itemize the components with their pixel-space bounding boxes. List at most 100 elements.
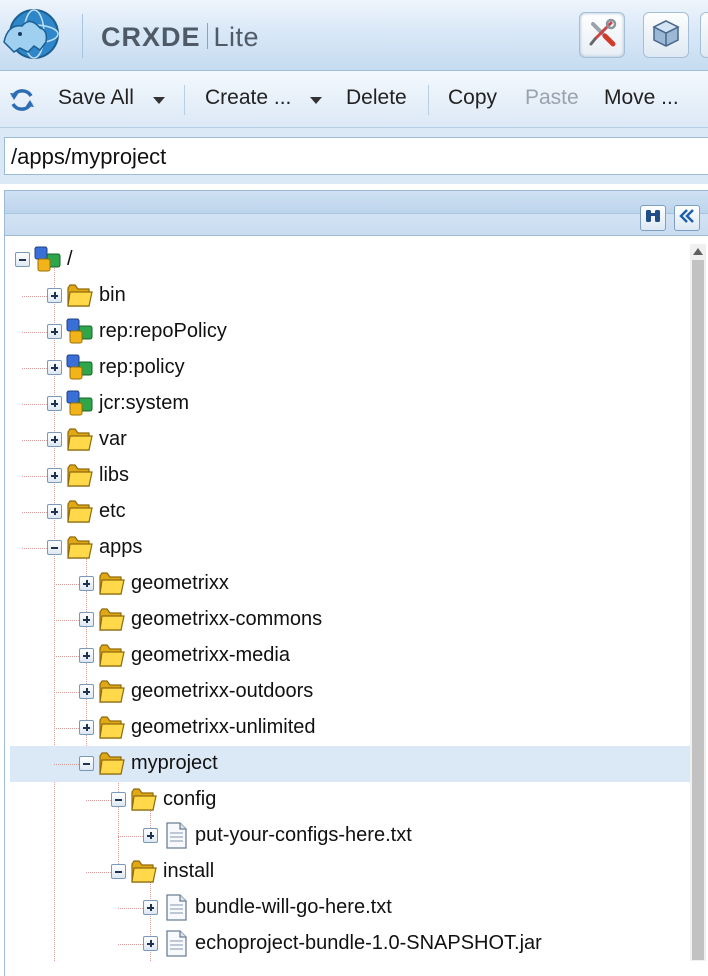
collapse-panel-button[interactable] bbox=[674, 205, 700, 231]
paste-button[interactable]: Paste bbox=[525, 86, 579, 110]
tree-node-myproject[interactable]: myproject bbox=[10, 746, 695, 782]
folder-icon bbox=[65, 280, 95, 310]
tree-guide-line bbox=[86, 800, 111, 801]
tree-node-rep-policy[interactable]: rep:policy bbox=[5, 350, 695, 386]
tree-node-label: bin bbox=[99, 284, 126, 306]
expand-toggle-icon[interactable] bbox=[47, 432, 62, 447]
tree-node-[interactable]: / bbox=[5, 242, 695, 278]
tree-node-label: apps bbox=[99, 536, 143, 558]
expand-toggle-icon[interactable] bbox=[79, 648, 94, 663]
tree-node-label: geometrixx-outdoors bbox=[131, 680, 314, 702]
folder-icon bbox=[129, 856, 159, 886]
tree-node-echoproject-bundle-1-0-snapshot-jar[interactable]: echoproject-bundle-1.0-SNAPSHOT.jar bbox=[5, 926, 695, 962]
tree-node-label: config bbox=[163, 788, 217, 810]
app-title-light: Lite bbox=[213, 22, 260, 52]
expand-toggle-icon[interactable] bbox=[79, 576, 94, 591]
collapse-toggle-icon[interactable] bbox=[15, 252, 30, 267]
delete-button[interactable]: Delete bbox=[346, 86, 407, 110]
scroll-up-arrow-icon[interactable] bbox=[693, 248, 703, 255]
folder-icon bbox=[65, 424, 95, 454]
tree-node-rep-repopolicy[interactable]: rep:repoPolicy bbox=[5, 314, 695, 350]
tree-node-bundle-will-go-here-txt[interactable]: bundle-will-go-here.txt bbox=[5, 890, 695, 926]
tree-node-label: libs bbox=[99, 464, 130, 486]
expand-toggle-icon[interactable] bbox=[79, 612, 94, 627]
expand-toggle-icon[interactable] bbox=[143, 936, 158, 951]
expand-toggle-icon[interactable] bbox=[47, 468, 62, 483]
tree-guide-line bbox=[54, 692, 79, 693]
tree-node-label: geometrixx-media bbox=[131, 644, 290, 666]
scrollbar-thumb[interactable] bbox=[692, 260, 704, 960]
tree-node-geometrixx-unlimited[interactable]: geometrixx-unlimited bbox=[5, 710, 695, 746]
tree-node-label: rep:repoPolicy bbox=[99, 320, 227, 342]
tools-button[interactable] bbox=[579, 12, 625, 58]
create-dropdown-icon[interactable] bbox=[310, 97, 322, 104]
node-icon bbox=[65, 316, 95, 346]
expand-toggle-icon[interactable] bbox=[47, 324, 62, 339]
tree-node-apps[interactable]: apps bbox=[5, 530, 695, 566]
copy-button[interactable]: Copy bbox=[448, 86, 497, 110]
packages-button[interactable] bbox=[643, 12, 689, 58]
tree-node-label: geometrixx bbox=[131, 572, 229, 594]
move-button[interactable]: Move ... bbox=[604, 86, 679, 110]
tree-node-config[interactable]: config bbox=[5, 782, 695, 818]
expand-toggle-icon[interactable] bbox=[143, 900, 158, 915]
tree-node-etc[interactable]: etc bbox=[5, 494, 695, 530]
tree-guide-line bbox=[22, 332, 47, 333]
double-chevron-left-icon bbox=[678, 208, 696, 229]
panel-header-stripe bbox=[5, 191, 708, 214]
tree-node-bin[interactable]: bin bbox=[5, 278, 695, 314]
tree-node-label: echoproject-bundle-1.0-SNAPSHOT.jar bbox=[195, 932, 542, 954]
tree-node-jcr-system[interactable]: jcr:system bbox=[5, 386, 695, 422]
expand-toggle-icon[interactable] bbox=[79, 720, 94, 735]
file-icon bbox=[161, 820, 191, 850]
header-button-partial[interactable] bbox=[700, 12, 708, 58]
save-all-button[interactable]: Save All bbox=[58, 86, 134, 110]
collapse-toggle-icon[interactable] bbox=[47, 540, 62, 555]
tree-node-label: myproject bbox=[131, 752, 218, 774]
app-title: CRXDE Lite bbox=[101, 22, 259, 53]
tree-scrollbar[interactable] bbox=[690, 244, 706, 961]
refresh-icon[interactable] bbox=[7, 85, 37, 115]
tree-node-geometrixx[interactable]: geometrixx bbox=[5, 566, 695, 602]
tree-node-geometrixx-commons[interactable]: geometrixx-commons bbox=[5, 602, 695, 638]
path-input[interactable]: /apps/myproject bbox=[4, 137, 708, 175]
tree-node-install[interactable]: install bbox=[5, 854, 695, 890]
collapse-toggle-icon[interactable] bbox=[79, 756, 94, 771]
crx-logo-icon bbox=[0, 6, 64, 64]
find-button[interactable] bbox=[640, 205, 666, 231]
tree-node-geometrixx-outdoors[interactable]: geometrixx-outdoors bbox=[5, 674, 695, 710]
tree-node-label: rep:policy bbox=[99, 356, 185, 378]
folder-icon bbox=[97, 568, 127, 598]
expand-toggle-icon[interactable] bbox=[79, 684, 94, 699]
tree-guide-line bbox=[22, 548, 47, 549]
title-divider bbox=[206, 23, 208, 49]
tree-guide-line bbox=[54, 584, 79, 585]
folder-icon bbox=[129, 784, 159, 814]
tree-guide-line bbox=[54, 764, 79, 765]
folder-icon bbox=[65, 460, 95, 490]
folder-icon bbox=[65, 496, 95, 526]
file-icon bbox=[161, 928, 191, 958]
tree-node-label: install bbox=[163, 860, 215, 882]
path-bar: /apps/myproject bbox=[0, 128, 708, 184]
tree-node-var[interactable]: var bbox=[5, 422, 695, 458]
node-icon bbox=[65, 388, 95, 418]
create-button[interactable]: Create ... bbox=[205, 86, 291, 110]
expand-toggle-icon[interactable] bbox=[47, 396, 62, 411]
collapse-toggle-icon[interactable] bbox=[111, 792, 126, 807]
tree-node-libs[interactable]: libs bbox=[5, 458, 695, 494]
toolbar-divider bbox=[184, 85, 185, 115]
tree-node-geometrixx-media[interactable]: geometrixx-media bbox=[5, 638, 695, 674]
collapse-toggle-icon[interactable] bbox=[111, 864, 126, 879]
save-all-dropdown-icon[interactable] bbox=[153, 97, 165, 104]
tree-guide-line bbox=[118, 908, 143, 909]
app-header: CRXDE Lite bbox=[0, 0, 708, 71]
tree-node-put-your-configs-here-txt[interactable]: put-your-configs-here.txt bbox=[5, 818, 695, 854]
expand-toggle-icon[interactable] bbox=[47, 288, 62, 303]
folder-icon bbox=[97, 748, 127, 778]
expand-toggle-icon[interactable] bbox=[47, 504, 62, 519]
expand-toggle-icon[interactable] bbox=[143, 828, 158, 843]
folder-icon bbox=[65, 532, 95, 562]
explorer-panel-header bbox=[4, 190, 708, 236]
expand-toggle-icon[interactable] bbox=[47, 360, 62, 375]
